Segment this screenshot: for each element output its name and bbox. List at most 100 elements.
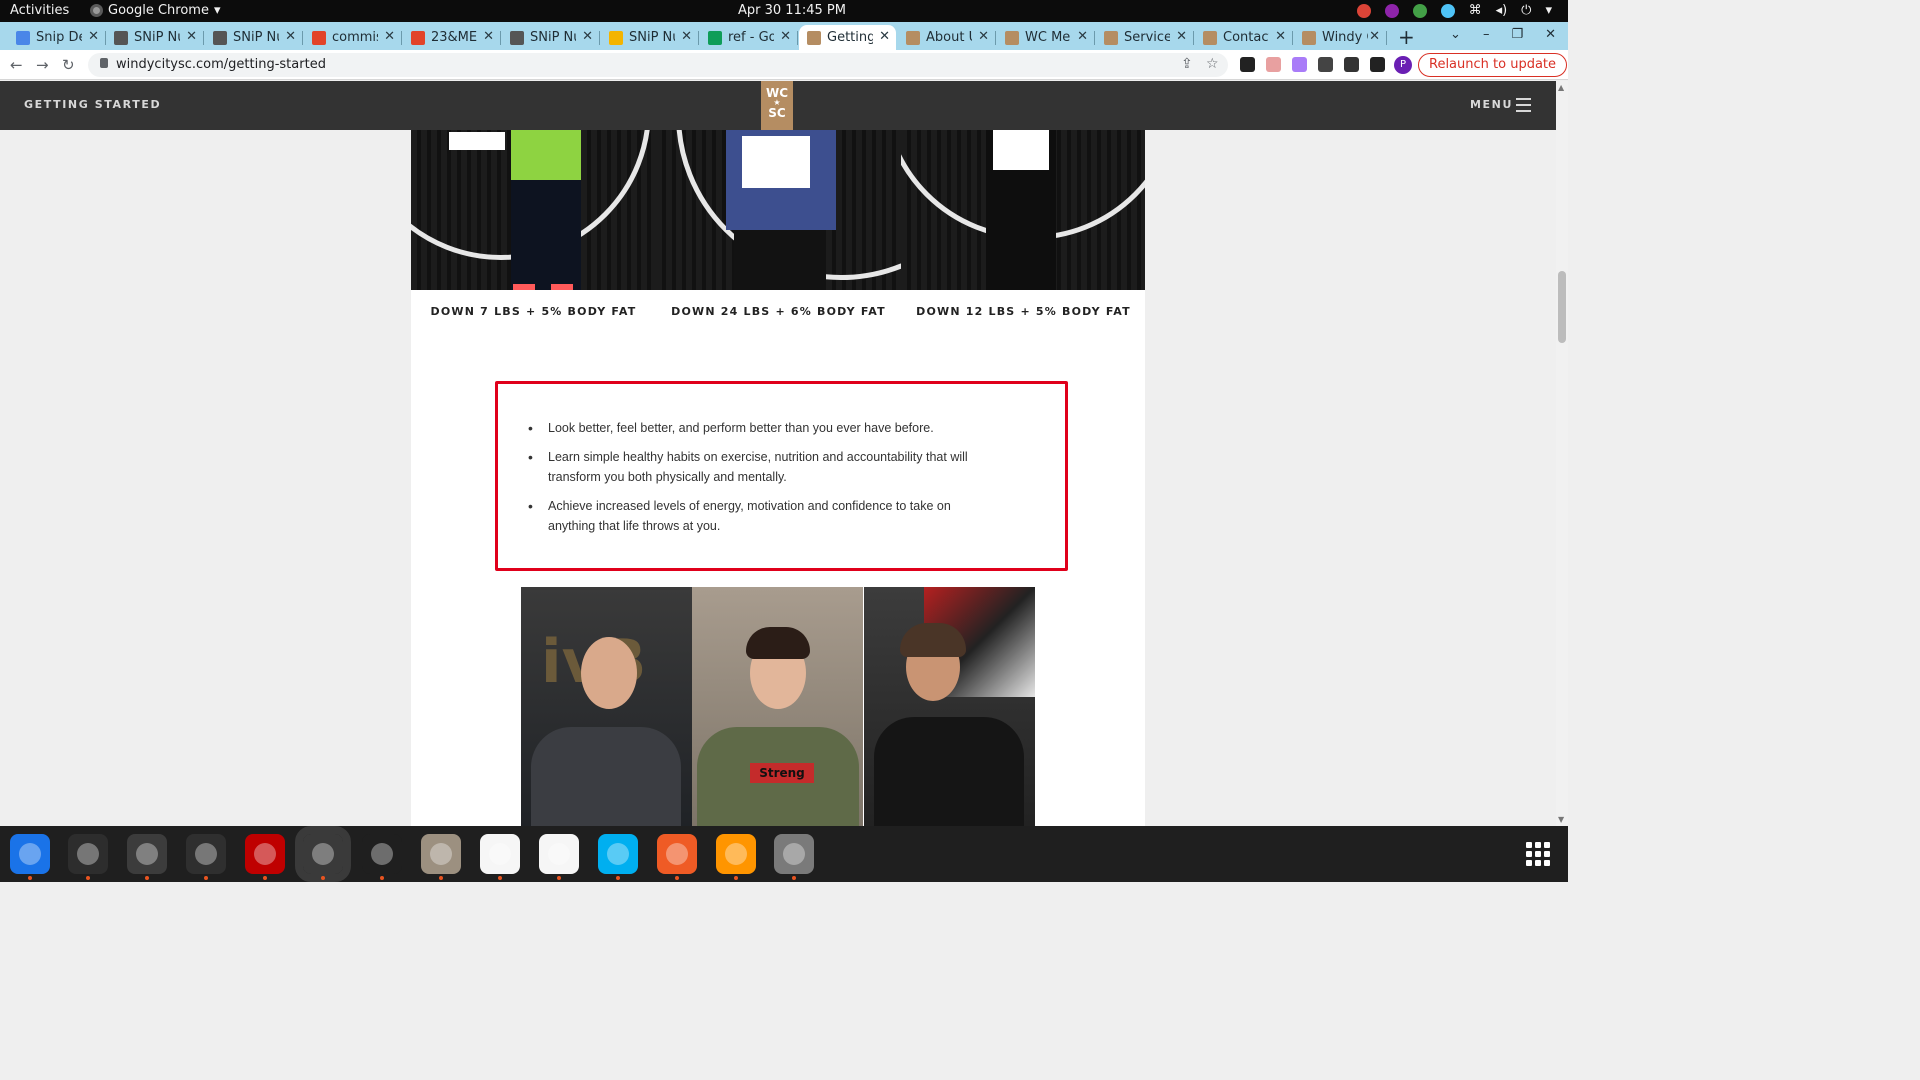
extension-icon[interactable]	[1266, 57, 1281, 72]
skype-icon[interactable]	[598, 834, 638, 880]
tab-11[interactable]: WC Mem ✕	[997, 25, 1095, 50]
tab-9[interactable]: Getting ✕	[799, 25, 896, 50]
text-editor-icon[interactable]	[480, 834, 520, 880]
system-monitor-icon-glyph	[195, 843, 217, 865]
profile-avatar[interactable]: P	[1394, 56, 1412, 74]
back-button[interactable]: ←	[10, 56, 23, 74]
scroll-down-arrow-icon[interactable]: ▼	[1558, 815, 1564, 824]
close-tab-icon[interactable]: ✕	[186, 29, 197, 44]
calculator-icon[interactable]	[127, 834, 167, 880]
reload-button[interactable]: ↻	[62, 56, 75, 74]
tab-title: Snip Det	[36, 30, 82, 45]
tab-13[interactable]: Contact ✕	[1195, 25, 1293, 50]
close-tab-icon[interactable]: ✕	[1176, 29, 1187, 44]
clock[interactable]: Apr 30 11:45 PM	[738, 3, 846, 18]
site-logo[interactable]: WC ★ SC	[761, 81, 793, 133]
menu-button[interactable]: MENU	[1470, 98, 1513, 111]
tab-1[interactable]: Snip Det ✕	[8, 25, 106, 50]
tab-4[interactable]: commis ✕	[304, 25, 402, 50]
eyedropper-extension-icon[interactable]	[1240, 57, 1255, 72]
volume-icon[interactable]: ◂)	[1496, 3, 1508, 18]
network-icon[interactable]: ⌘	[1469, 3, 1482, 18]
tab-3[interactable]: SNiP Nu ✕	[205, 25, 303, 50]
chrome-icon[interactable]	[295, 826, 351, 882]
bluetooth-tray-icon[interactable]	[1440, 3, 1455, 18]
taskbar-dock	[0, 826, 1568, 882]
close-tab-icon[interactable]: ✕	[780, 29, 791, 44]
system-monitor-icon[interactable]	[186, 834, 226, 880]
filezilla-icon[interactable]	[245, 834, 285, 880]
page-scrollbar[interactable]: ▲ ▼	[1556, 81, 1568, 826]
running-indicator	[557, 876, 561, 880]
page-title[interactable]: GETTING STARTED	[24, 98, 161, 111]
scroll-up-arrow-icon[interactable]: ▲	[1558, 83, 1564, 92]
chrome-tray-icon[interactable]	[1356, 3, 1371, 18]
running-indicator	[145, 876, 149, 880]
close-tab-icon[interactable]: ✕	[1077, 29, 1088, 44]
bookmark-star-icon[interactable]: ☆	[1206, 56, 1219, 72]
scrollbar-thumb[interactable]	[1558, 271, 1566, 343]
minimize-button[interactable]: –	[1483, 27, 1490, 42]
extensions-puzzle-icon[interactable]	[1318, 57, 1333, 72]
close-tab-icon[interactable]: ✕	[483, 29, 494, 44]
close-tab-icon[interactable]: ✕	[879, 29, 890, 44]
forward-button[interactable]: →	[36, 56, 49, 74]
tab-14[interactable]: Windy C✕	[1294, 25, 1387, 50]
pen-extension-icon[interactable]	[1292, 57, 1307, 72]
disc-icon-glyph	[783, 843, 805, 865]
tab-search-icon[interactable]: ⌄	[1450, 27, 1461, 42]
share-icon[interactable]: ⇪	[1181, 56, 1193, 72]
close-tab-icon[interactable]: ✕	[1369, 29, 1380, 44]
thunderbird-icon[interactable]	[10, 834, 50, 880]
tab-8[interactable]: ref - Goo ✕	[700, 25, 798, 50]
side-panel-icon[interactable]	[1370, 57, 1385, 72]
lock-icon[interactable]	[100, 58, 108, 68]
files-icon[interactable]	[421, 834, 461, 880]
tab-2[interactable]: SNiP Nu ✕	[106, 25, 204, 50]
close-tab-icon[interactable]: ✕	[681, 29, 692, 44]
activities-button[interactable]: Activities	[10, 3, 69, 18]
close-tab-icon[interactable]: ✕	[978, 29, 989, 44]
download-icon[interactable]	[1344, 57, 1359, 72]
close-tab-icon[interactable]: ✕	[384, 29, 395, 44]
close-tab-icon[interactable]: ✕	[1275, 29, 1286, 44]
vscode-icon[interactable]	[362, 834, 402, 880]
close-tab-icon[interactable]: ✕	[88, 29, 99, 44]
maximize-button[interactable]: ❐	[1511, 27, 1523, 42]
url-text[interactable]: windycitysc.com/getting-started	[116, 57, 326, 72]
terminal-icon[interactable]	[68, 834, 108, 880]
postman-icon[interactable]	[657, 834, 697, 880]
relaunch-to-update-button[interactable]: Relaunch to update	[1418, 53, 1568, 77]
close-window-button[interactable]: ✕	[1545, 27, 1556, 42]
result-photo-1	[411, 130, 656, 290]
hamburger-icon[interactable]	[1516, 98, 1531, 116]
chrome-icon-glyph	[312, 843, 334, 865]
close-tab-icon[interactable]: ✕	[582, 29, 593, 44]
page-viewport[interactable]: DOWN 7 LBS + 5% BODY FAT DOWN 24 LBS + 6…	[0, 130, 1556, 826]
close-tab-icon[interactable]: ✕	[285, 29, 296, 44]
caret-down-icon: ▾	[213, 3, 221, 18]
tab-10[interactable]: About U ✕	[898, 25, 996, 50]
result-caption-3: DOWN 12 LBS + 5% BODY FAT	[916, 305, 1131, 318]
tab-12[interactable]: Services ✕	[1096, 25, 1194, 50]
running-indicator	[86, 876, 90, 880]
power-icon[interactable]: ⏻	[1521, 3, 1531, 18]
update-tray-icon[interactable]	[1412, 3, 1427, 18]
show-applications-icon[interactable]	[1526, 842, 1550, 866]
shirt-text: Streng	[750, 763, 814, 783]
system-tray[interactable]: ⌘ ◂) ⏻ ▾	[1356, 3, 1552, 18]
tab-7[interactable]: SNiP Nu ✕	[601, 25, 699, 50]
libreoffice-writer-icon[interactable]	[539, 834, 579, 880]
new-tab-button[interactable]: +	[1398, 25, 1415, 49]
tab-6[interactable]: SNiP Nu ✕	[502, 25, 600, 50]
tab-separator	[995, 31, 996, 45]
app-menu[interactable]: Google Chrome ▾	[90, 3, 221, 18]
address-bar[interactable]: windycitysc.com/getting-started ⇪ ☆	[88, 53, 1228, 77]
app-tray-icon[interactable]	[1384, 3, 1399, 18]
chevron-down-icon[interactable]: ▾	[1545, 3, 1552, 18]
tab-title: Getting	[827, 30, 873, 45]
disc-icon[interactable]	[774, 834, 814, 880]
sheets-icon	[708, 30, 722, 45]
firefox-dev-icon[interactable]	[716, 834, 756, 880]
tab-5[interactable]: 23&ME ✕	[403, 25, 501, 50]
